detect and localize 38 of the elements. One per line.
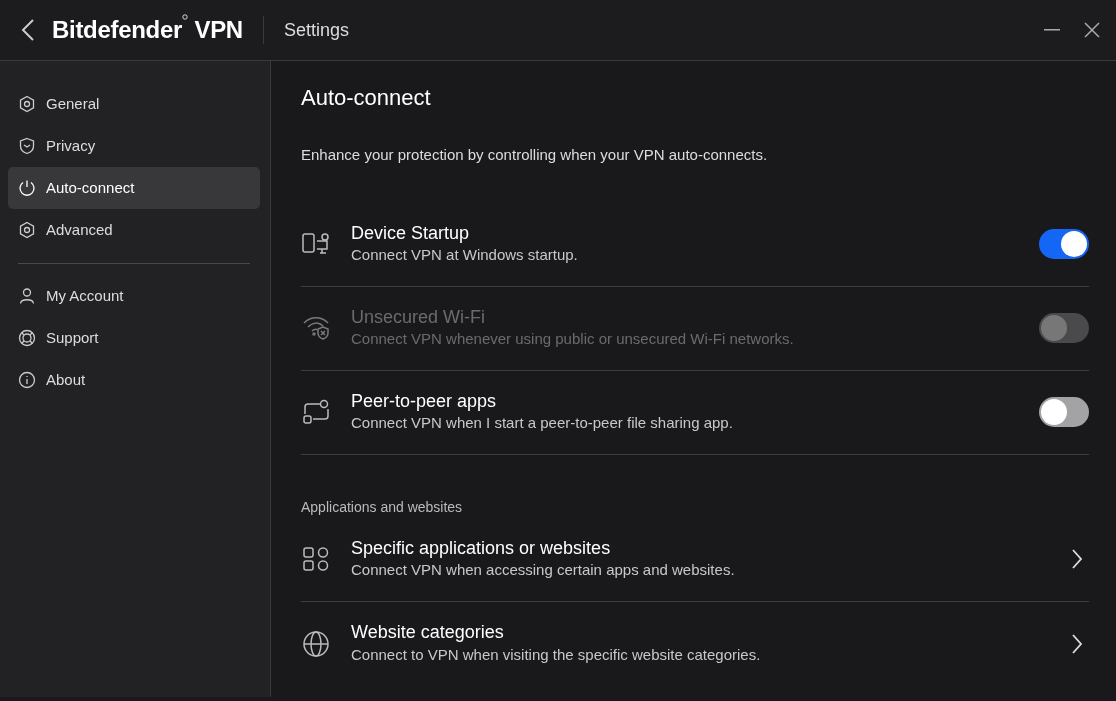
chevron-right-icon (1071, 632, 1083, 655)
sidebar-item[interactable]: My Account (8, 275, 260, 317)
sidebar-item[interactable]: Advanced (8, 209, 260, 251)
setting-title: Unsecured Wi-Fi (351, 305, 487, 329)
chevron-left-icon (21, 18, 35, 42)
setting-title: Peer-to-peer apps (351, 389, 498, 413)
setting-description: Connect VPN when I start a peer-to-peer file sharing app. (351, 413, 733, 434)
minimize-icon (1044, 29, 1060, 31)
registered-mark-icon (182, 14, 189, 20)
shield-icon (18, 137, 36, 155)
section-heading: Applications and websites (301, 497, 464, 517)
app-logo: Bitdefender VPN (52, 13, 243, 45)
toggle-switch[interactable] (1039, 397, 1089, 428)
sidebar-item[interactable]: General (8, 83, 260, 125)
info-icon (18, 371, 36, 389)
toggle-switch[interactable] (1039, 229, 1089, 260)
setting-description: Connect VPN whenever using public or unsecured Wi-Fi networks. (351, 329, 794, 350)
chevron-right-icon (1071, 548, 1083, 571)
page-heading: Auto-connect (301, 85, 432, 112)
sidebar-item[interactable]: Privacy (8, 125, 260, 167)
setting-description: Connect VPN at Windows startup. (351, 245, 578, 266)
power-icon (18, 179, 36, 197)
setting-title: Device Startup (351, 221, 471, 245)
setting-description: Connect to VPN when visiting the specific website categories. (351, 644, 761, 665)
gear-icon (18, 95, 36, 113)
sidebar-item[interactable]: About (8, 359, 260, 401)
hexagon-icon (18, 221, 36, 239)
setting-title: Specific applications or websites (351, 536, 612, 560)
close-icon (1084, 22, 1100, 38)
setting-title: Website categories (351, 621, 505, 644)
sidebar-item[interactable]: Support (8, 317, 260, 359)
lifebuoy-icon (18, 329, 36, 347)
page-description: Enhance your protection by controlling when your VPN auto-connects. (301, 145, 769, 166)
user-icon (18, 287, 36, 305)
globe-icon (301, 628, 331, 659)
window-title: Settings (283, 18, 349, 42)
sidebar-item[interactable]: Auto-connect (8, 167, 260, 209)
setting-description: Connect VPN when accessing certain apps and websites. (351, 560, 735, 581)
